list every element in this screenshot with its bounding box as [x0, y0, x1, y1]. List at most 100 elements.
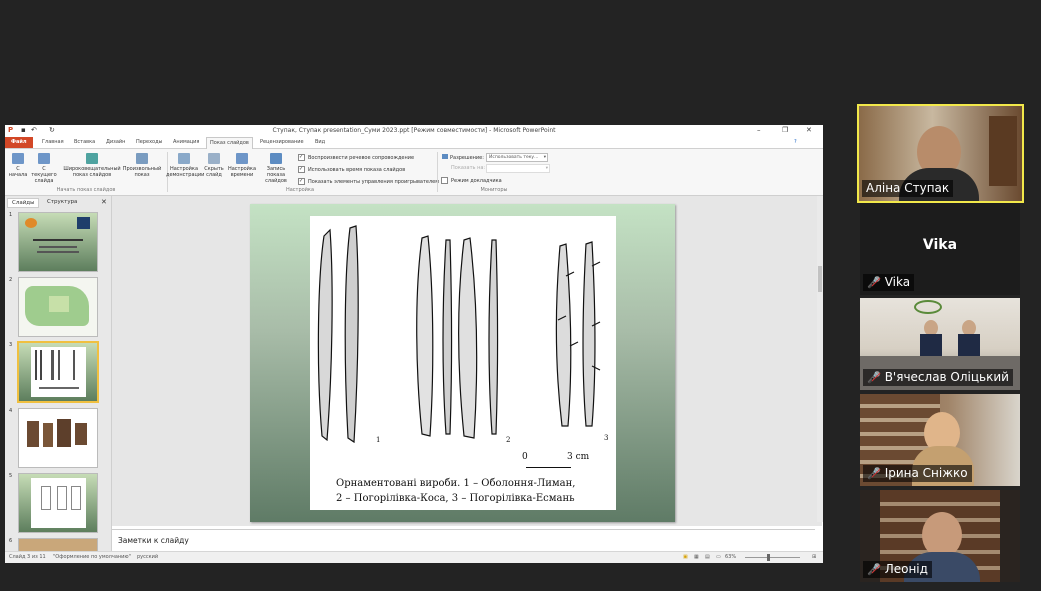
- hide-slide-button[interactable]: Скрыть слайд: [203, 153, 225, 178]
- artifact-outline: [57, 486, 67, 510]
- participant-tile-leonid[interactable]: 🎤̸ Леонід: [860, 490, 1020, 582]
- tab-outline[interactable]: Структура: [43, 198, 81, 206]
- tab-file[interactable]: Файл: [5, 137, 33, 148]
- tab-view[interactable]: Вид: [315, 139, 325, 145]
- current-slide[interactable]: 1 2 3 0 3 cm Орнаментовані вироби. 1 – О…: [250, 204, 675, 522]
- participant-name-label: 🎤̸ Леонід: [863, 561, 932, 578]
- participant-tile-alina[interactable]: Аліна Ступак: [857, 104, 1024, 203]
- artifact-stroke: [51, 350, 54, 380]
- slide-number: 4: [9, 408, 13, 414]
- record-slideshow-button[interactable]: Запись показа слайдов: [257, 153, 295, 184]
- text-line: [39, 246, 77, 248]
- show-media-controls-checkbox[interactable]: Показать элементы управления проигрывате…: [298, 178, 439, 185]
- ribbon: С начала С текущего слайда Широковещател…: [5, 149, 823, 196]
- custom-slideshow-button[interactable]: Произвольный показ: [122, 153, 162, 178]
- from-beginning-button[interactable]: С начала: [7, 153, 29, 178]
- fit-to-window-icon[interactable]: ⊞: [812, 554, 816, 560]
- figure-label-3: 3: [604, 434, 609, 442]
- muted-mic-icon: 🎤̸: [867, 371, 881, 384]
- slide-thumbnail-3[interactable]: [17, 341, 99, 403]
- figure-label-1: 1: [376, 436, 381, 444]
- muted-mic-icon: 🎤̸: [867, 563, 881, 576]
- thumbnail-image: [31, 478, 86, 528]
- tab-slideshow[interactable]: Показ слайдов: [206, 137, 253, 149]
- presenter-view-checkbox[interactable]: Режим докладчика: [441, 177, 502, 184]
- muted-mic-icon: 🎤̸: [867, 467, 881, 480]
- group-start-slideshow-label: Начать показ слайдов: [56, 187, 116, 193]
- participant-tile-vika[interactable]: Vika 🎤̸ Vika: [860, 203, 1020, 295]
- artifact-outline: [71, 486, 81, 510]
- broadcast-icon: [86, 153, 98, 164]
- wreath-decoration: [914, 300, 942, 314]
- scroll-thumb[interactable]: [818, 266, 822, 292]
- status-bar: Слайд 3 из 11 "Оформление по умолчанию" …: [5, 551, 823, 563]
- ribbon-tabs: Файл Главная Вставка Дизайн Переходы Ани…: [5, 137, 823, 149]
- slide-number: 2: [9, 277, 13, 283]
- slide-sorter-icon[interactable]: ▦: [694, 554, 699, 560]
- restore-button[interactable]: ❐: [782, 126, 788, 134]
- figure-label-2: 2: [506, 436, 511, 444]
- muted-mic-icon: 🎤̸: [867, 276, 881, 289]
- slide-thumbnail-1[interactable]: [18, 212, 98, 272]
- custom-show-icon: [136, 153, 148, 164]
- artifact-stroke: [40, 350, 42, 380]
- participant-name-label: Аліна Ступак: [862, 180, 954, 197]
- thumbnail-image: [31, 347, 86, 397]
- show-on-select[interactable]: ▾: [486, 164, 550, 173]
- normal-view-icon[interactable]: ▣: [683, 554, 688, 560]
- tab-animations[interactable]: Анимация: [173, 139, 199, 145]
- emblem-icon: [77, 217, 90, 229]
- tab-transitions[interactable]: Переходы: [136, 139, 163, 145]
- tab-design[interactable]: Дизайн: [106, 139, 125, 145]
- tab-insert[interactable]: Вставка: [74, 139, 95, 145]
- slide-thumbnail-2[interactable]: [18, 277, 98, 337]
- broadcast-slideshow-button[interactable]: Широковещательный показ слайдов: [63, 153, 121, 178]
- zoom-slider-handle[interactable]: [767, 554, 770, 561]
- use-timings-checkbox[interactable]: Использовать время показа слайдов: [298, 166, 405, 173]
- help-icon[interactable]: ?: [794, 139, 797, 145]
- rehearse-timings-button[interactable]: Настройка времени: [226, 153, 258, 178]
- slide-thumbnail-4[interactable]: [18, 408, 98, 468]
- caption-line: [39, 387, 79, 389]
- photo-artifact: [27, 421, 39, 447]
- tab-home[interactable]: Главная: [42, 139, 64, 145]
- participant-display-name: Vika: [922, 237, 958, 253]
- zoom-slider[interactable]: [745, 557, 800, 558]
- ribbon-separator: [437, 152, 438, 192]
- group-monitors-label: Мониторы: [480, 187, 508, 193]
- slideshow-view-icon[interactable]: ▭: [716, 554, 721, 560]
- reading-view-icon[interactable]: ▤: [705, 554, 710, 560]
- slide-number: 6: [9, 538, 13, 544]
- show-on-label: Показать на:: [451, 165, 486, 171]
- resolution-select[interactable]: Использовать теку... ▾: [486, 153, 548, 162]
- close-button[interactable]: ✕: [806, 126, 812, 134]
- notes-pane[interactable]: Заметки к слайду: [112, 529, 815, 550]
- hide-slide-icon: [208, 153, 220, 164]
- photo-artifact: [43, 423, 53, 447]
- participant-body: [920, 334, 942, 356]
- participant-tile-iryna[interactable]: 🎤̸ Ірина Сніжко: [860, 394, 1020, 486]
- text-line: [37, 251, 79, 253]
- artifact-stroke: [35, 350, 37, 380]
- logo-icon: [25, 218, 37, 228]
- setup-slideshow-button[interactable]: Настройка демонстрации: [166, 153, 204, 178]
- slideshow-start-icon: [12, 153, 24, 164]
- slide-counter: Слайд 3 из 11: [9, 554, 46, 560]
- slide-thumbnail-5[interactable]: [18, 473, 98, 533]
- participant-name-label: 🎤̸ В'ячеслав Оліцький: [863, 369, 1013, 386]
- timer-icon: [236, 153, 248, 164]
- participant-tile-vyacheslav[interactable]: 🎤̸ В'ячеслав Оліцький: [860, 298, 1020, 390]
- vertical-scrollbar[interactable]: [817, 196, 823, 522]
- close-pane-icon[interactable]: ✕: [101, 198, 107, 206]
- minimize-button[interactable]: –: [757, 126, 761, 134]
- group-setup-label: Настройка: [285, 187, 315, 193]
- from-current-slide-button[interactable]: С текущего слайда: [30, 153, 58, 184]
- tab-slides[interactable]: Слайды: [7, 198, 40, 208]
- window-title: Ступак, Ступак presentation_Суми 2023.pp…: [272, 127, 556, 134]
- photo-artifact: [57, 419, 71, 447]
- participant-name-label: 🎤̸ Vika: [863, 274, 915, 291]
- photo-artifact: [75, 423, 87, 445]
- tab-review[interactable]: Рецензирование: [260, 139, 304, 145]
- artifact-stroke: [73, 350, 75, 380]
- narrations-checkbox[interactable]: Воспроизвести речевое сопровождение: [298, 154, 414, 161]
